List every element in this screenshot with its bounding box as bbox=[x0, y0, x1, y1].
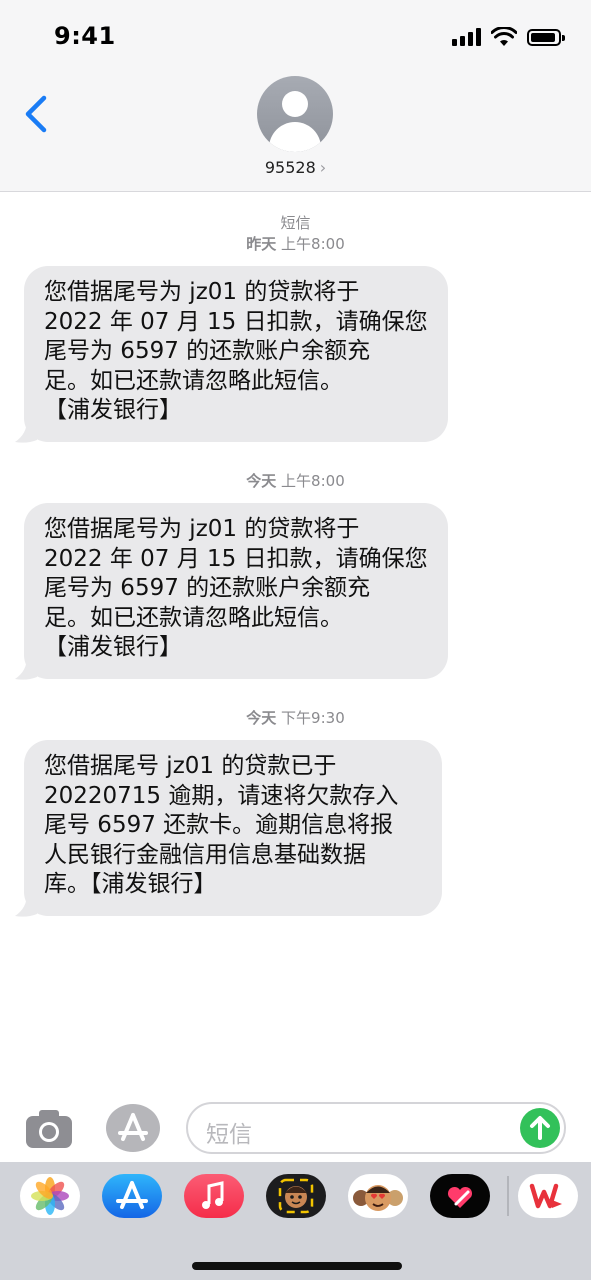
status-time: 9:41 bbox=[54, 22, 116, 50]
contact-avatar[interactable] bbox=[257, 76, 333, 152]
wps-app-icon[interactable] bbox=[518, 1174, 578, 1218]
timestamp: 今天 上午8:00 bbox=[0, 470, 591, 491]
message-bubble[interactable]: 您借据尾号为 jz01 的贷款将于 2022 年 07 月 15 日扣款，请确保… bbox=[24, 266, 448, 442]
message-bubble[interactable]: 您借据尾号为 jz01 的贷款将于 2022 年 07 月 15 日扣款，请确保… bbox=[24, 503, 448, 679]
timestamp-time: 上午8:00 bbox=[281, 235, 345, 253]
arrow-up-icon bbox=[530, 1116, 550, 1140]
timestamp-day: 昨天 bbox=[246, 235, 277, 253]
app-store-icon[interactable] bbox=[102, 1174, 162, 1218]
drawer-divider bbox=[507, 1176, 509, 1216]
message-input[interactable]: 短信 bbox=[186, 1102, 566, 1154]
back-chevron-icon[interactable] bbox=[22, 94, 52, 134]
contact-name-button[interactable]: 95528 › bbox=[0, 158, 591, 177]
timestamp-day: 今天 bbox=[246, 709, 277, 727]
status-icons bbox=[452, 26, 565, 48]
timestamp: 今天 下午9:30 bbox=[0, 707, 591, 728]
send-button[interactable] bbox=[520, 1108, 560, 1148]
camera-icon[interactable] bbox=[24, 1108, 74, 1150]
timestamp: 昨天 上午8:00 bbox=[0, 233, 591, 254]
timestamp-time: 下午9:30 bbox=[281, 709, 345, 727]
battery-icon bbox=[527, 28, 565, 46]
cellular-signal-icon bbox=[452, 28, 481, 46]
timestamp-day: 今天 bbox=[246, 472, 277, 490]
wifi-icon bbox=[491, 27, 517, 46]
message-bubble[interactable]: 您借据尾号 jz01 的贷款已于 20220715 逾期，请速将欠款存入 尾号 … bbox=[24, 740, 442, 916]
animoji-icon[interactable] bbox=[348, 1174, 408, 1218]
memoji-sticker-icon[interactable] bbox=[266, 1174, 326, 1218]
app-store-button[interactable] bbox=[106, 1104, 160, 1152]
timestamp-time: 上午8:00 bbox=[281, 472, 345, 490]
home-indicator bbox=[192, 1262, 402, 1270]
message-input-placeholder: 短信 bbox=[206, 1122, 252, 1148]
music-app-icon[interactable] bbox=[184, 1174, 244, 1218]
chevron-right-icon: › bbox=[319, 158, 327, 177]
photos-app-icon[interactable] bbox=[20, 1174, 80, 1218]
service-label: 短信 bbox=[280, 214, 311, 232]
digital-touch-icon[interactable] bbox=[430, 1174, 490, 1218]
contact-number: 95528 bbox=[264, 158, 316, 177]
app-store-icon bbox=[118, 1113, 148, 1141]
conversation-header: 9:41 95528 › bbox=[0, 0, 591, 192]
